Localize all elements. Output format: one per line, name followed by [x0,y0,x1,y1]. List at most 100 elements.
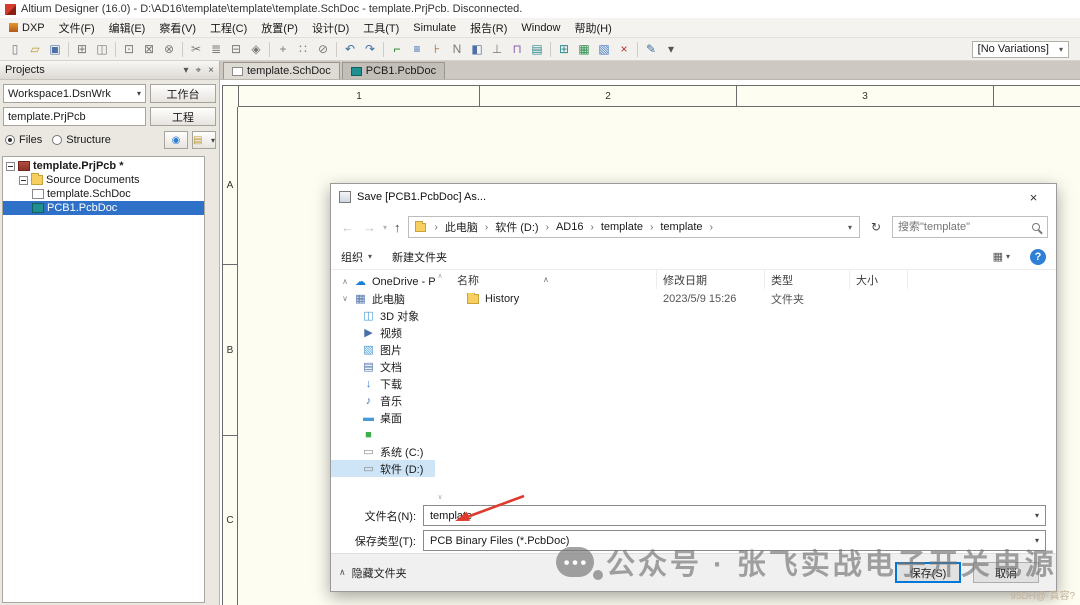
expand-chevron-icon[interactable]: ∧ [341,277,349,286]
dialog-sidebar-item[interactable]: ▤ 文档 [331,358,435,375]
scroll-down-icon[interactable]: ∨ [437,493,442,501]
column-header-size[interactable]: 大小 [850,270,908,289]
column-header-date[interactable]: 修改日期 [657,270,765,289]
forward-button[interactable]: → [361,220,378,235]
paste-icon[interactable]: ⊟ [226,40,246,58]
organize-button[interactable]: 组织 ▾ [341,249,372,265]
port-icon[interactable]: ◧ [467,40,487,58]
menu-item[interactable]: 放置(P) [254,17,305,39]
menu-item[interactable]: 工程(C) [203,17,254,39]
wire-icon[interactable]: ⌐ [387,40,407,58]
move-icon[interactable]: + [273,40,293,58]
board-icon[interactable]: ▦ [574,40,594,58]
dialog-sidebar-item[interactable]: ▶ 视频 [331,324,435,341]
address-bar[interactable]: › 此电脑 › 软件 (D:) › AD16 › template › temp… [407,216,860,238]
breadcrumb-segment[interactable]: AD16 › [556,221,601,233]
new-document-icon[interactable]: ▯ [5,40,25,58]
menu-item[interactable]: Simulate [406,19,463,37]
project-tree-item[interactable]: template.PrjPcb * [3,159,204,173]
filename-combobox[interactable]: ▾ [423,505,1046,526]
scroll-up-icon[interactable]: ∧ [437,272,442,280]
project-tree-item[interactable]: PCB1.PcbDoc [3,201,204,215]
zoom-window-icon[interactable]: ⊡ [119,40,139,58]
project-tree-item[interactable]: Source Documents [3,173,204,187]
up-button[interactable]: ↑ [392,220,403,235]
address-dropdown-button[interactable]: ▾ [845,223,855,232]
panel-menu-icon[interactable]: ▾ [183,65,188,76]
menu-item[interactable]: 文件(F) [52,17,102,39]
document-tab[interactable]: PCB1.PcbDoc [341,62,446,79]
dialog-sidebar-item[interactable]: ∧ ☁ OneDrive - Pers [331,273,435,290]
structure-radio[interactable] [52,135,63,145]
variations-dropdown[interactable]: [No Variations] ▾ [971,40,1069,58]
menu-item[interactable]: DXP [2,19,52,37]
chevron-down-icon[interactable]: ▾ [1031,511,1043,520]
undo-icon[interactable]: ↶ [340,40,360,58]
search-box[interactable] [892,216,1048,238]
dialog-sidebar-item[interactable]: ↓ 下载 [331,375,435,392]
dialog-sidebar-item[interactable]: ♪ 音乐 [331,392,435,409]
project-tree-item[interactable]: template.SchDoc [3,187,204,201]
document-tab[interactable]: template.SchDoc [223,62,340,79]
documents-dropdown-button[interactable]: ▤ ▾ [192,131,216,149]
redo-icon[interactable]: ↷ [360,40,380,58]
sheet-symbol-icon[interactable]: ▤ [527,40,547,58]
cut-icon[interactable]: ✂ [186,40,206,58]
breadcrumb-segment[interactable]: 此电脑 › [445,219,495,235]
menu-item[interactable]: 报告(R) [463,17,514,39]
net-label-icon[interactable]: N [447,40,467,58]
collapse-icon[interactable] [19,175,28,185]
change-view-button[interactable]: ▦ ▾ [993,250,1010,263]
dialog-sidebar-item[interactable]: ▭ 系统 (C:) [331,443,435,460]
room-icon[interactable]: ▧ [594,40,614,58]
breadcrumb-segment[interactable]: template › [601,221,661,233]
menu-item[interactable]: 设计(D) [305,17,356,39]
copy-icon[interactable]: ≣ [206,40,226,58]
zoom-fit-icon[interactable]: ⊠ [139,40,159,58]
print-icon[interactable]: ⊞ [72,40,92,58]
save-icon[interactable]: ▣ [45,40,65,58]
grid-icon[interactable]: ⊞ [554,40,574,58]
dialog-sidebar-item[interactable]: ◫ 3D 对象 [331,307,435,324]
signal-harness-icon[interactable]: ⊦ [427,40,447,58]
cross-probe-icon[interactable]: ⊗ [159,40,179,58]
close-button[interactable]: × [1011,184,1056,210]
back-button[interactable]: ← [339,220,356,235]
recent-locations-button[interactable]: ▾ [383,223,387,232]
deselect-icon[interactable]: ⊘ [313,40,333,58]
help-button[interactable]: ? [1030,248,1046,265]
menu-item[interactable]: 察看(V) [152,17,203,39]
project-selector[interactable]: template.PrjPcb [3,107,146,126]
project-button[interactable]: 工程 [150,107,216,126]
pin-icon[interactable]: ⌖ [196,65,202,76]
expand-chevron-icon[interactable]: ∨ [341,294,349,303]
select-icon[interactable]: ∷ [293,40,313,58]
breadcrumb-segment[interactable]: 软件 (D:) › [495,219,556,235]
dialog-titlebar[interactable]: Save [PCB1.PcbDoc] As... × [331,184,1056,210]
close-document-icon[interactable]: × [614,40,634,58]
filetype-dropdown[interactable]: PCB Binary Files (*.PcbDoc) ▾ [423,530,1046,551]
chevron-down-icon[interactable]: ▾ [1031,536,1043,545]
pencil-icon[interactable]: ✎ [641,40,661,58]
print-preview-icon[interactable]: ◫ [92,40,112,58]
rubber-stamp-icon[interactable]: ◈ [246,40,266,58]
column-header-name[interactable]: 名称 ∧ [445,270,657,289]
sidebar-scrollbar[interactable]: ∧ ∨ [435,270,445,503]
cancel-button[interactable]: 取消 [973,562,1039,583]
files-radio[interactable] [5,135,15,145]
power-port-icon[interactable]: ⊥ [487,40,507,58]
hide-folders-button[interactable]: ∧ 隐藏文件夹 [339,565,407,581]
new-folder-button[interactable]: 新建文件夹 [392,249,447,265]
save-button[interactable]: 保存(S) [895,562,961,583]
dialog-sidebar-item[interactable]: ▭ 软件 (D:) [331,460,435,477]
file-row[interactable]: History 2023/5/9 15:26 文件夹 [445,289,1056,308]
column-header-type[interactable]: 类型 [765,270,850,289]
refresh-button[interactable]: ↻ [865,216,887,238]
workspace-button[interactable]: 工作台 [150,84,216,103]
dialog-sidebar-item[interactable]: ▬ 桌面 [331,409,435,426]
explorer-button[interactable]: ◉ [164,131,188,149]
close-icon[interactable]: × [208,65,214,76]
breadcrumb-segment[interactable]: template › [660,221,720,233]
dialog-sidebar-item[interactable]: ∨ ▦ 此电脑 [331,290,435,307]
pencil-dropdown-icon[interactable]: ▾ [661,40,681,58]
